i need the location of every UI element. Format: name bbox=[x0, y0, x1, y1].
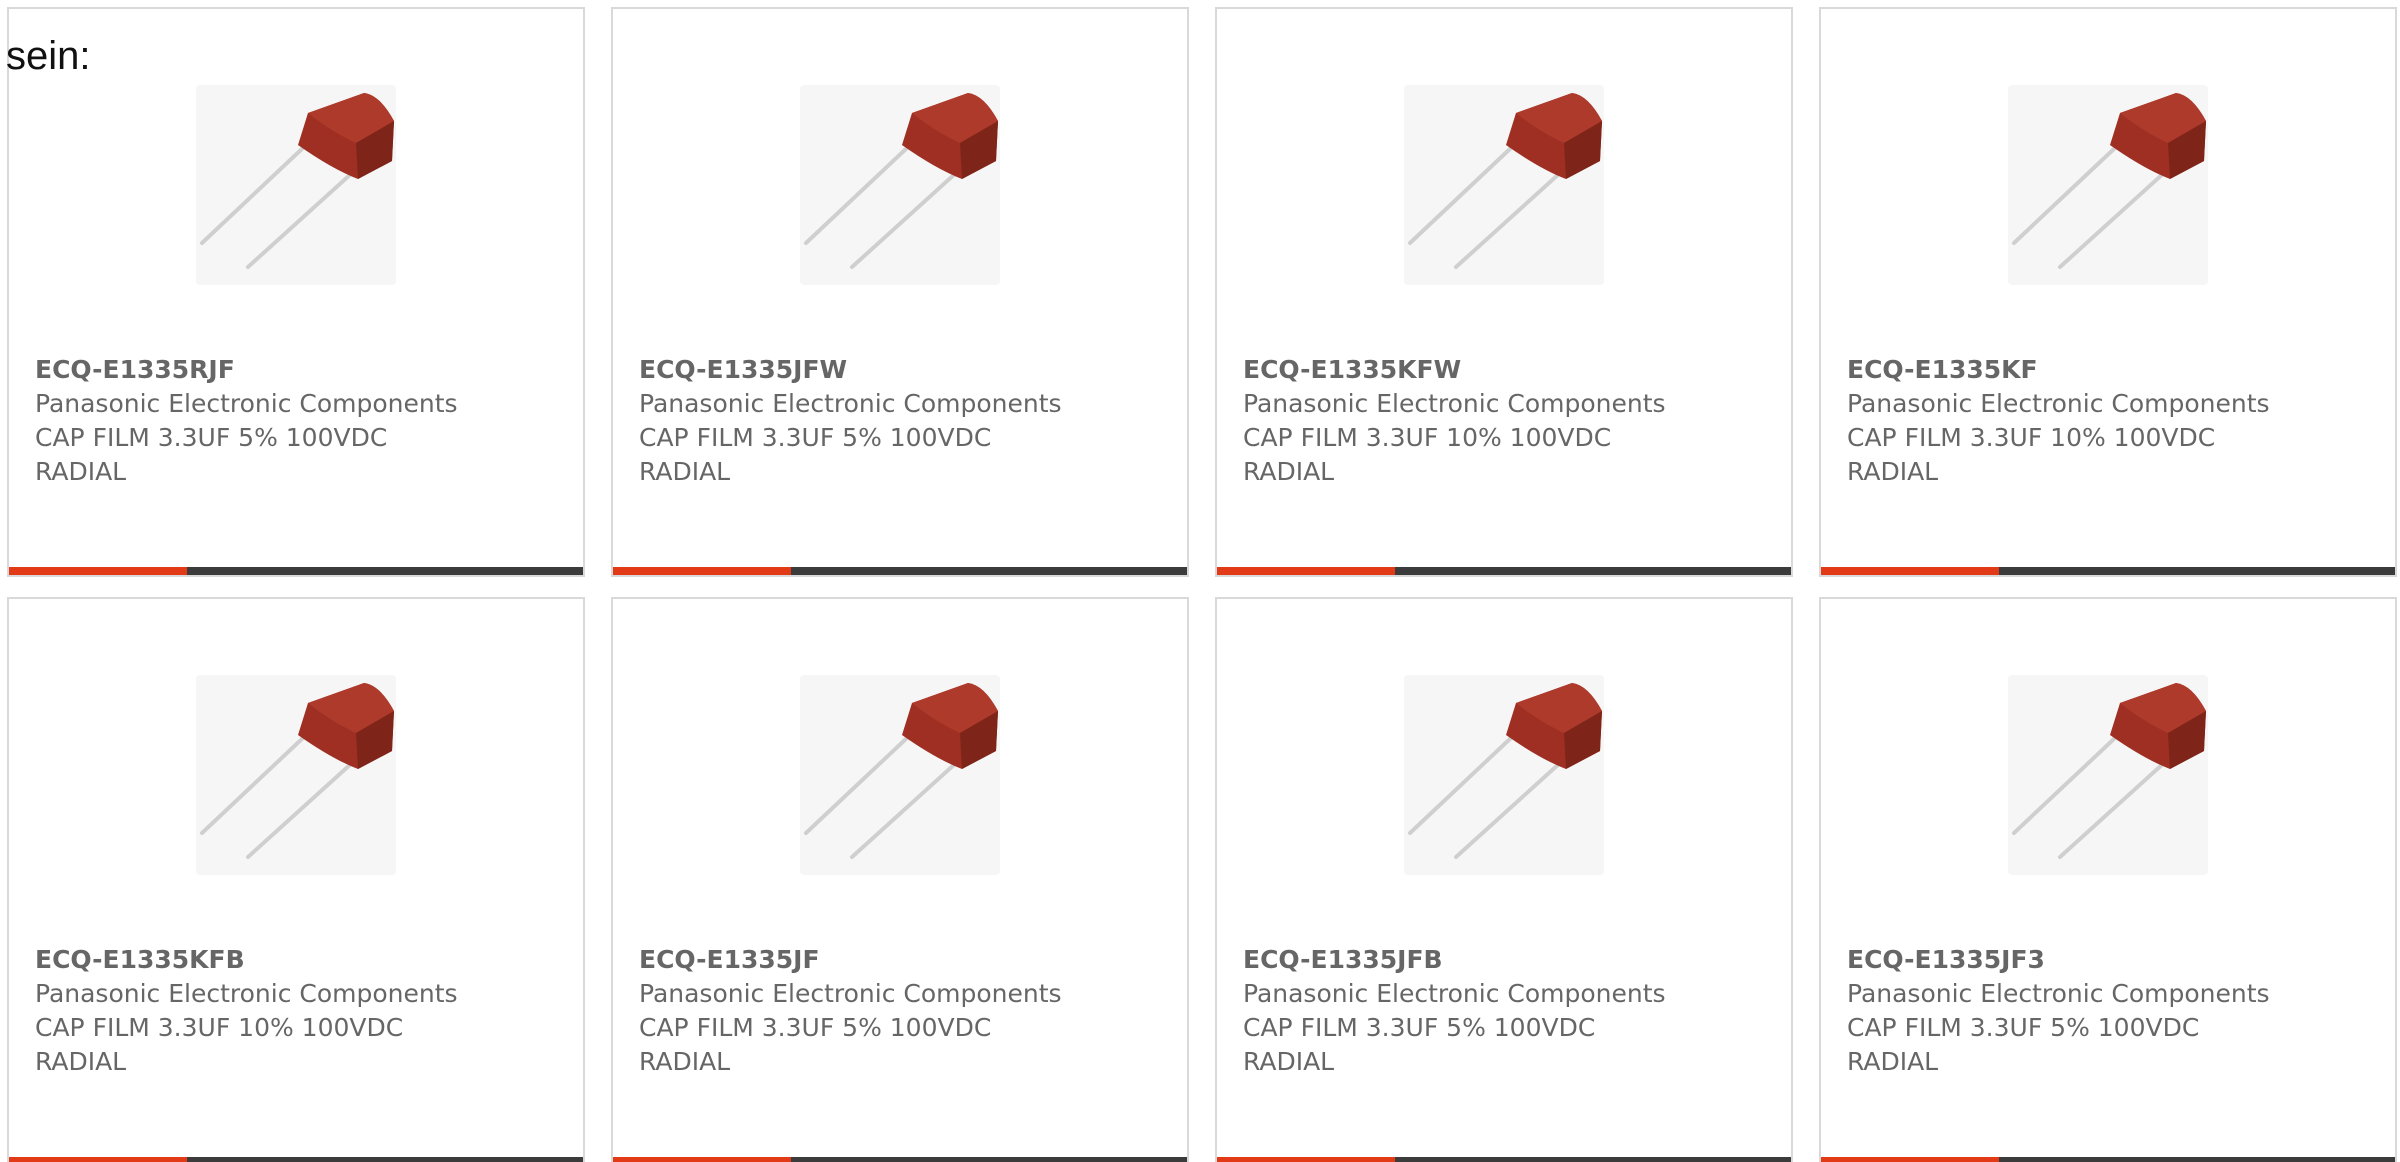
progress-bar bbox=[1217, 1157, 1791, 1162]
description: CAP FILM 3.3UF 5% 100VDC bbox=[639, 423, 992, 452]
product-info: ECQ-E1335KFB Panasonic Electronic Compon… bbox=[35, 943, 565, 1079]
part-number[interactable]: ECQ-E1335JFW bbox=[639, 353, 1169, 387]
capacitor-image bbox=[1404, 85, 1604, 285]
manufacturer: Panasonic Electronic Components bbox=[35, 389, 458, 418]
capacitor-image-icon bbox=[804, 93, 998, 269]
progress-bar bbox=[613, 567, 1187, 575]
progress-bar bbox=[9, 567, 583, 575]
product-info: ECQ-E1335KFW Panasonic Electronic Compon… bbox=[1243, 353, 1773, 489]
capacitor-image bbox=[2008, 85, 2208, 285]
progress-bar bbox=[9, 1157, 583, 1162]
product-card[interactable]: ECQ-E1335RJF Panasonic Electronic Compon… bbox=[7, 7, 585, 577]
capacitor-image-icon bbox=[804, 683, 998, 859]
description: CAP FILM 3.3UF 5% 100VDC bbox=[1847, 1013, 2200, 1042]
product-info: ECQ-E1335JF3 Panasonic Electronic Compon… bbox=[1847, 943, 2377, 1079]
progress-bar bbox=[1217, 567, 1791, 575]
progress-bar bbox=[1821, 567, 2395, 575]
capacitor-image bbox=[196, 675, 396, 875]
description: CAP FILM 3.3UF 5% 100VDC bbox=[639, 1013, 992, 1042]
manufacturer: Panasonic Electronic Components bbox=[1847, 389, 2270, 418]
manufacturer: Panasonic Electronic Components bbox=[639, 389, 1062, 418]
progress-bar-fill bbox=[613, 567, 791, 575]
product-info: ECQ-E1335JFW Panasonic Electronic Compon… bbox=[639, 353, 1169, 489]
package-type: RADIAL bbox=[1243, 457, 1335, 486]
manufacturer: Panasonic Electronic Components bbox=[1243, 979, 1666, 1008]
progress-bar-fill bbox=[9, 567, 187, 575]
package-type: RADIAL bbox=[1243, 1047, 1335, 1076]
description: CAP FILM 3.3UF 10% 100VDC bbox=[1243, 423, 1612, 452]
capacitor-image bbox=[1404, 675, 1604, 875]
progress-bar-fill bbox=[613, 1157, 791, 1162]
capacitor-image bbox=[2008, 675, 2208, 875]
package-type: RADIAL bbox=[35, 457, 127, 486]
part-number[interactable]: ECQ-E1335KFB bbox=[35, 943, 565, 977]
description: CAP FILM 3.3UF 10% 100VDC bbox=[35, 1013, 404, 1042]
capacitor-image bbox=[196, 85, 396, 285]
part-number[interactable]: ECQ-E1335RJF bbox=[35, 353, 565, 387]
progress-bar-fill bbox=[1821, 567, 1999, 575]
product-card[interactable]: ECQ-E1335JFW Panasonic Electronic Compon… bbox=[611, 7, 1189, 577]
description: CAP FILM 3.3UF 10% 100VDC bbox=[1847, 423, 2216, 452]
package-type: RADIAL bbox=[1847, 457, 1939, 486]
capacitor-image bbox=[800, 675, 1000, 875]
capacitor-image-icon bbox=[1408, 683, 1602, 859]
product-card[interactable]: ECQ-E1335KF Panasonic Electronic Compone… bbox=[1819, 7, 2397, 577]
package-type: RADIAL bbox=[35, 1047, 127, 1076]
capacitor-image-icon bbox=[200, 93, 394, 269]
product-info: ECQ-E1335JF Panasonic Electronic Compone… bbox=[639, 943, 1169, 1079]
package-type: RADIAL bbox=[639, 457, 731, 486]
manufacturer: Panasonic Electronic Components bbox=[1243, 389, 1666, 418]
package-type: RADIAL bbox=[1847, 1047, 1939, 1076]
intro-text: sein: bbox=[6, 34, 91, 78]
product-grid: ECQ-E1335RJF Panasonic Electronic Compon… bbox=[0, 0, 2400, 1162]
capacitor-image-icon bbox=[200, 683, 394, 859]
manufacturer: Panasonic Electronic Components bbox=[639, 979, 1062, 1008]
progress-bar-fill bbox=[1217, 567, 1395, 575]
product-info: ECQ-E1335KF Panasonic Electronic Compone… bbox=[1847, 353, 2377, 489]
manufacturer: Panasonic Electronic Components bbox=[35, 979, 458, 1008]
product-card[interactable]: ECQ-E1335KFB Panasonic Electronic Compon… bbox=[7, 597, 585, 1162]
capacitor-image-icon bbox=[2012, 93, 2206, 269]
product-card[interactable]: ECQ-E1335JFB Panasonic Electronic Compon… bbox=[1215, 597, 1793, 1162]
manufacturer: Panasonic Electronic Components bbox=[1847, 979, 2270, 1008]
description: CAP FILM 3.3UF 5% 100VDC bbox=[1243, 1013, 1596, 1042]
package-type: RADIAL bbox=[639, 1047, 731, 1076]
product-card[interactable]: ECQ-E1335JF3 Panasonic Electronic Compon… bbox=[1819, 597, 2397, 1162]
product-card[interactable]: ECQ-E1335KFW Panasonic Electronic Compon… bbox=[1215, 7, 1793, 577]
product-info: ECQ-E1335JFB Panasonic Electronic Compon… bbox=[1243, 943, 1773, 1079]
part-number[interactable]: ECQ-E1335JF3 bbox=[1847, 943, 2377, 977]
description: CAP FILM 3.3UF 5% 100VDC bbox=[35, 423, 388, 452]
progress-bar-fill bbox=[9, 1157, 187, 1162]
part-number[interactable]: ECQ-E1335JFB bbox=[1243, 943, 1773, 977]
capacitor-image-icon bbox=[1408, 93, 1602, 269]
part-number[interactable]: ECQ-E1335KFW bbox=[1243, 353, 1773, 387]
part-number[interactable]: ECQ-E1335KF bbox=[1847, 353, 2377, 387]
progress-bar-fill bbox=[1217, 1157, 1395, 1162]
capacitor-image bbox=[800, 85, 1000, 285]
product-info: ECQ-E1335RJF Panasonic Electronic Compon… bbox=[35, 353, 565, 489]
progress-bar bbox=[613, 1157, 1187, 1162]
capacitor-image-icon bbox=[2012, 683, 2206, 859]
part-number[interactable]: ECQ-E1335JF bbox=[639, 943, 1169, 977]
progress-bar bbox=[1821, 1157, 2395, 1162]
progress-bar-fill bbox=[1821, 1157, 1999, 1162]
product-card[interactable]: ECQ-E1335JF Panasonic Electronic Compone… bbox=[611, 597, 1189, 1162]
